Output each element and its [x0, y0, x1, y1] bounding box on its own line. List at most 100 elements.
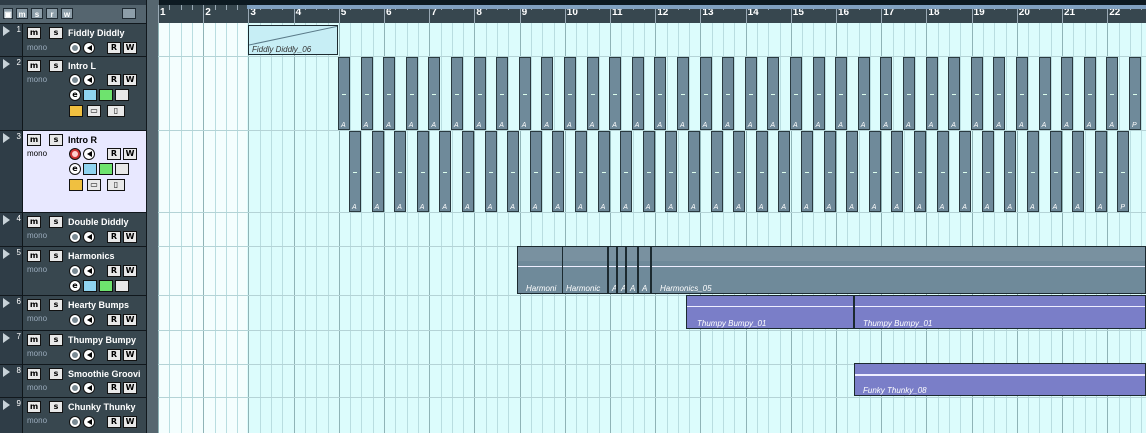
mute-button[interactable]: m: [27, 134, 41, 146]
audio-event[interactable]: A: [733, 131, 746, 212]
eq-icon[interactable]: [99, 163, 113, 175]
record-enable-button[interactable]: [69, 265, 81, 277]
audio-event[interactable]: P: [1117, 131, 1130, 212]
record-enable-button[interactable]: [69, 416, 81, 428]
audio-event[interactable]: A: [405, 57, 418, 130]
audio-event[interactable]: A: [1083, 57, 1096, 130]
read-automation-button[interactable]: R: [107, 42, 121, 54]
read-automation-button[interactable]: R: [107, 265, 121, 277]
monitor-button[interactable]: [83, 349, 95, 361]
audio-event[interactable]: A: [462, 131, 474, 212]
audio-event[interactable]: A: [507, 131, 520, 212]
audio-event[interactable]: A: [575, 131, 587, 212]
audio-event[interactable]: A: [631, 57, 644, 130]
event-part[interactable]: Funky Thunky_08: [854, 363, 1146, 396]
track-row[interactable]: 8 m s mono R W Smoothie Groovi: [0, 364, 158, 397]
solo-button[interactable]: s: [49, 250, 63, 262]
insert-icon[interactable]: [83, 280, 97, 292]
mute-button[interactable]: m: [27, 334, 41, 346]
audio-event[interactable]: A: [1072, 131, 1085, 212]
cycle-locator-range[interactable]: [247, 5, 1146, 9]
read-automation-button[interactable]: R: [107, 148, 121, 160]
track-row[interactable]: 4 m s mono R W Double Diddly: [0, 212, 158, 246]
expand-track-icon[interactable]: [3, 333, 10, 343]
audio-event[interactable]: A: [880, 57, 893, 130]
solo-button[interactable]: s: [49, 401, 63, 413]
record-enable-button[interactable]: [69, 231, 81, 243]
audio-event[interactable]: A: [790, 57, 802, 130]
audio-event[interactable]: A: [835, 57, 848, 130]
audio-event[interactable]: A: [857, 57, 870, 130]
write-automation-button[interactable]: W: [123, 231, 137, 243]
audio-event[interactable]: A: [394, 131, 407, 212]
eq-icon[interactable]: [99, 89, 113, 101]
solo-all-button[interactable]: s: [31, 8, 43, 19]
audio-event[interactable]: A: [473, 57, 486, 130]
audio-event[interactable]: A: [970, 57, 983, 130]
event-part[interactable]: Thumpy Bumpy_01: [854, 295, 1146, 329]
solo-button[interactable]: s: [49, 216, 63, 228]
eq-icon[interactable]: [99, 280, 113, 292]
audio-event[interactable]: A: [451, 57, 463, 130]
write-automation-button[interactable]: W: [123, 349, 137, 361]
audio-event[interactable]: A: [925, 57, 938, 130]
read-all-button[interactable]: r: [46, 8, 58, 19]
audio-event[interactable]: A: [688, 131, 700, 212]
collapse-all-icon[interactable]: ▣: [3, 8, 13, 19]
expand-track-icon[interactable]: [3, 400, 10, 410]
audio-event[interactable]: A: [654, 57, 667, 130]
audio-event[interactable]: A: [360, 57, 373, 130]
audio-event[interactable]: A: [642, 131, 655, 212]
audio-event[interactable]: A: [620, 131, 633, 212]
audio-event[interactable]: A: [868, 131, 881, 212]
audio-event[interactable]: A: [349, 131, 361, 212]
audio-event[interactable]: A: [823, 131, 836, 212]
send-icon[interactable]: [115, 280, 129, 292]
audio-event[interactable]: A: [778, 131, 791, 212]
mute-button[interactable]: m: [27, 60, 41, 72]
audio-event[interactable]: A: [891, 131, 904, 212]
write-automation-button[interactable]: W: [123, 42, 137, 54]
audio-event[interactable]: A: [903, 57, 915, 130]
monitor-button[interactable]: [83, 382, 95, 394]
track-row[interactable]: 5 m s mono R W e Harmonics: [0, 246, 158, 295]
audio-event[interactable]: A: [1004, 131, 1017, 212]
solo-button[interactable]: s: [49, 60, 63, 72]
track-row[interactable]: 3 m s mono R W e ▭ ▯ Intro R: [0, 130, 158, 212]
monitor-button[interactable]: [83, 231, 95, 243]
audio-event[interactable]: A: [383, 57, 396, 130]
audio-event[interactable]: A: [755, 131, 768, 212]
timebase-icon[interactable]: [69, 179, 83, 191]
send-icon[interactable]: [115, 89, 129, 101]
expand-track-icon[interactable]: [3, 215, 10, 225]
event-part[interactable]: Harmonic: [562, 246, 608, 294]
event-part[interactable]: A: [608, 246, 617, 294]
audio-event[interactable]: A: [439, 131, 452, 212]
send-icon[interactable]: [115, 163, 129, 175]
audio-event[interactable]: A: [959, 131, 972, 212]
monitor-button[interactable]: [83, 265, 95, 277]
expand-track-icon[interactable]: [3, 298, 10, 308]
mute-all-button[interactable]: m: [16, 8, 28, 19]
read-automation-button[interactable]: R: [107, 382, 121, 394]
audio-event[interactable]: A: [541, 57, 554, 130]
audio-event[interactable]: A: [1049, 131, 1062, 212]
audio-event[interactable]: A: [609, 57, 622, 130]
audio-event[interactable]: A: [1016, 57, 1028, 130]
solo-button[interactable]: s: [49, 134, 63, 146]
audio-event[interactable]: A: [948, 57, 961, 130]
record-enable-button[interactable]: [69, 148, 81, 160]
read-automation-button[interactable]: R: [107, 231, 121, 243]
record-enable-button[interactable]: [69, 42, 81, 54]
event-part[interactable]: Harmonics_05: [651, 246, 1146, 294]
write-automation-button[interactable]: W: [123, 74, 137, 86]
folder-icon[interactable]: ▭: [87, 179, 101, 191]
edit-channel-icon[interactable]: e: [69, 280, 81, 292]
audio-event[interactable]: A: [1106, 57, 1119, 130]
solo-button[interactable]: s: [49, 27, 63, 39]
audio-event[interactable]: A: [710, 131, 723, 212]
solo-button[interactable]: s: [49, 334, 63, 346]
audio-event[interactable]: A: [338, 57, 350, 130]
audio-event[interactable]: A: [981, 131, 994, 212]
mute-button[interactable]: m: [27, 27, 41, 39]
